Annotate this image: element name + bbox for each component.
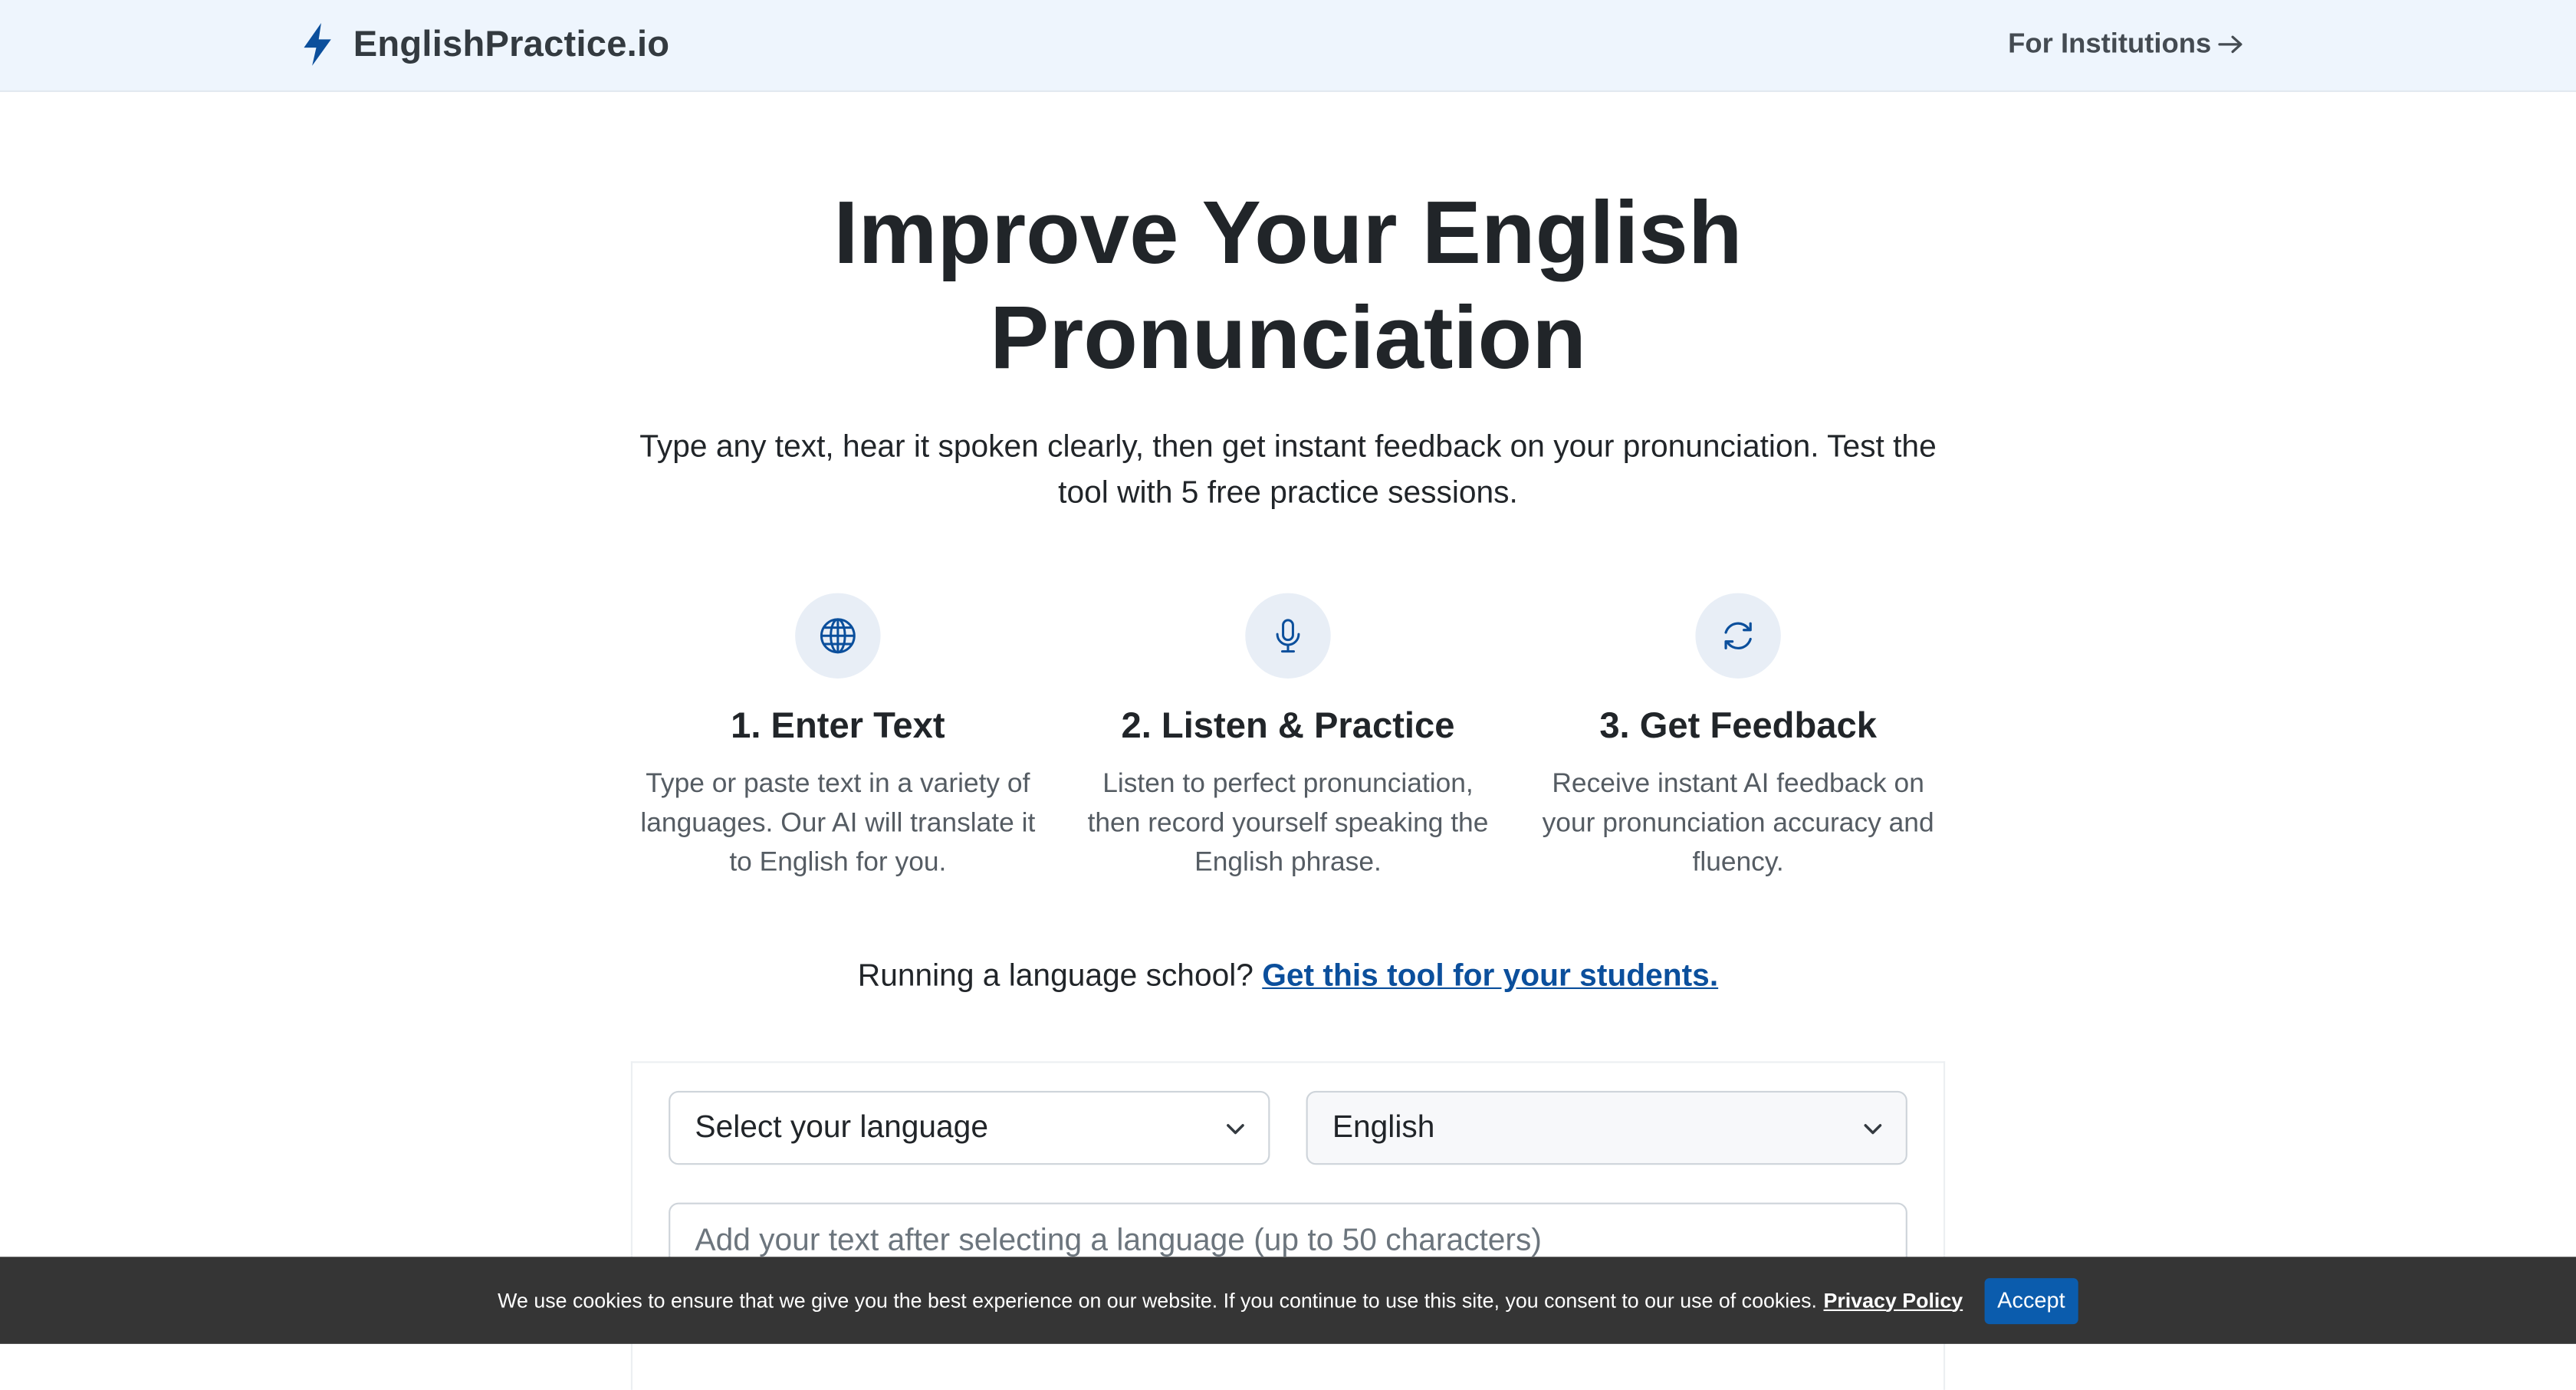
refresh-icon <box>1724 622 1752 650</box>
arrow-right-icon <box>2218 35 2242 54</box>
for-institutions-link[interactable]: For Institutions <box>2008 28 2244 61</box>
step-icon-circle <box>795 593 881 679</box>
step-description: Type or paste text in a variety of langu… <box>640 768 1036 878</box>
step-description: Listen to perfect pronunciation, then re… <box>1087 768 1489 878</box>
globe-icon <box>820 618 856 654</box>
target-language-value: English <box>1332 1109 1435 1145</box>
page-title: Improve Your English Pronunciation <box>0 181 2576 391</box>
source-language-value: Select your language <box>695 1109 988 1145</box>
for-institutions-label: For Institutions <box>2008 28 2212 60</box>
chevron-down-icon <box>1864 1124 1882 1135</box>
chevron-down-icon <box>1227 1124 1244 1135</box>
step-icon-circle <box>1695 593 1781 679</box>
page-subtitle: Type any text, hear it spoken clearly, t… <box>639 430 1937 511</box>
step-title: 1. Enter Text <box>731 705 945 746</box>
step-title: 2. Listen & Practice <box>1121 705 1455 746</box>
step-title: 3. Get Feedback <box>1599 705 1877 746</box>
step-description: Receive instant AI feedback on your pron… <box>1542 768 1934 878</box>
cookie-message: We use cookies to ensure that we give yo… <box>498 1289 1817 1313</box>
accept-cookies-button[interactable]: Accept <box>1984 1277 2078 1324</box>
page-title-line-1: Improve Your English <box>833 184 1743 283</box>
cookie-consent-bar: We use cookies to ensure that we give yo… <box>0 1257 2576 1344</box>
privacy-policy-link[interactable]: Privacy Policy <box>1824 1289 1963 1312</box>
institution-promo: Running a language school? Get this tool… <box>0 959 2576 995</box>
step-card-get-feedback: 3. Get Feedback Receive instant AI feedb… <box>1533 593 1944 882</box>
step-icon-circle <box>1245 593 1331 679</box>
page-title-line-2: Pronunciation <box>990 289 1586 388</box>
step-card-listen-practice: 2. Listen & Practice Listen to perfect p… <box>1083 593 1493 882</box>
step-card-enter-text: 1. Enter Text Type or paste text in a va… <box>632 593 1043 882</box>
source-language-select[interactable]: Select your language <box>669 1090 1270 1165</box>
brand-logo-link[interactable]: EnglishPractice.io <box>299 20 669 69</box>
get-tool-for-students-link[interactable]: Get this tool for your students. <box>1262 959 1718 994</box>
lightning-bolt-icon <box>304 23 331 66</box>
top-navbar: EnglishPractice.io For Institutions <box>0 0 2576 92</box>
microphone-icon <box>1276 619 1300 653</box>
brand-name: EnglishPractice.io <box>353 23 670 64</box>
institution-promo-text: Running a language school? <box>857 959 1254 994</box>
target-language-select[interactable]: English <box>1306 1090 1907 1165</box>
page: EnglishPractice.io For Institutions Impr… <box>0 0 2576 1390</box>
